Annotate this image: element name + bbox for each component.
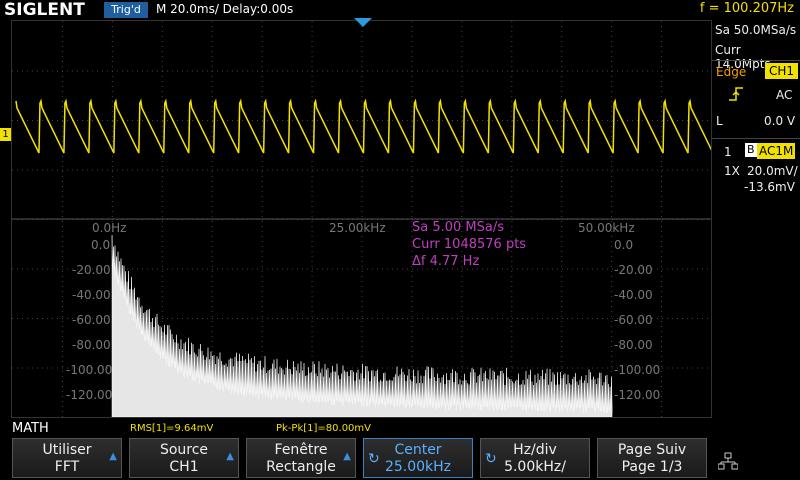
- fft-db-label-right: -60.00: [614, 313, 653, 327]
- softkey-label: Fenêtre: [274, 442, 328, 458]
- fft-freq-label-center: 25.00kHz: [329, 221, 386, 235]
- fft-db-label-left: -80.00: [72, 338, 111, 352]
- softkey-value: 25.00kHz: [384, 459, 452, 475]
- softkey-value: 5.00kHz/: [504, 459, 566, 475]
- waveform-display[interactable]: [11, 20, 712, 418]
- fft-db-label-left: 0.0: [91, 238, 111, 252]
- softkey-label: Source: [159, 442, 209, 458]
- softkey-label: Page Suiv: [617, 442, 687, 458]
- softkey-fft-mode[interactable]: Utiliser FFT ▲: [12, 438, 122, 478]
- softkey-source[interactable]: Source CH1 ▲: [129, 438, 239, 478]
- trigger-source-badge[interactable]: CH1: [765, 63, 799, 79]
- fft-db-label-left: -60.00: [72, 313, 111, 327]
- rms-measurement: RMS[1]=9.64mV: [130, 423, 214, 434]
- fft-points: Curr 1048576 pts: [412, 237, 527, 252]
- fft-db-label-left: -40.00: [72, 288, 111, 302]
- softkey-value: FFT: [54, 459, 80, 475]
- fft-freq-label-end: 50.00kHz: [578, 221, 635, 235]
- knob-icon: ↻: [368, 451, 380, 467]
- trigger-position-marker[interactable]: [354, 18, 372, 28]
- fft-db-label-right: -20.00: [614, 263, 653, 277]
- softkey-label: Hz/div: [513, 442, 557, 458]
- panel-divider: [712, 138, 800, 139]
- rising-edge-icon: [728, 86, 744, 106]
- brand-logo: SIGLENT: [4, 0, 85, 20]
- ch1-offset-marker[interactable]: 1: [0, 128, 11, 141]
- knob-icon: ↻: [485, 451, 497, 467]
- frequency-readout: f = 100.207Hz: [699, 1, 794, 16]
- fft-db-label-right: -120.00: [614, 388, 661, 402]
- fft-db-label-right: 0.0: [614, 238, 634, 252]
- fft-db-label-right: -40.00: [614, 288, 653, 302]
- ch1-trace: [15, 98, 711, 154]
- trigger-status-badge: Trig'd: [104, 2, 148, 18]
- ch1-probe-ratio: 1X: [724, 164, 740, 178]
- fft-db-label-right: -100.00: [614, 363, 661, 377]
- softkey-label: Utiliser: [42, 442, 92, 458]
- trigger-coupling: AC: [776, 88, 793, 102]
- fft-db-label-right: -80.00: [614, 338, 653, 352]
- network-icon: [717, 452, 739, 475]
- fft-freq-label-start: 0.0Hz: [92, 221, 127, 235]
- trigger-level-label: L: [716, 114, 723, 128]
- fft-resolution: Δf 4.77 Hz: [412, 254, 480, 269]
- ch1-coupling-badge[interactable]: AC1M: [757, 143, 796, 159]
- ch1-volts-per-div: 20.0mV/: [747, 164, 798, 178]
- fft-db-label-left: -120.00: [66, 388, 113, 402]
- fft-db-label-left: -100.00: [66, 363, 113, 377]
- ch1-number[interactable]: 1: [724, 145, 732, 159]
- softkey-label: Center: [394, 442, 442, 458]
- timebase-readout: M 20.0ms/ Delay:0.00s: [156, 2, 294, 16]
- fft-sample-rate: Sa 5.00 MSa/s: [412, 220, 505, 235]
- softkey-value: CH1: [169, 459, 199, 475]
- math-label: MATH: [12, 421, 49, 436]
- softkey-next-page[interactable]: Page Suiv Page 1/3: [597, 438, 707, 478]
- softkey-center[interactable]: ↻ Center 25.00kHz: [363, 438, 473, 478]
- trigger-level-value: 0.0 V: [764, 114, 796, 128]
- menu-arrow-icon: ▲: [226, 451, 234, 462]
- menu-arrow-icon: ▲: [109, 451, 117, 462]
- pkpk-measurement: Pk-Pk[1]=80.00mV: [276, 423, 372, 434]
- sample-rate-readout: Sa 50.0MSa/s: [715, 23, 797, 37]
- trigger-type-label[interactable]: Edge: [716, 65, 746, 79]
- fft-db-label-left: -20.00: [72, 263, 111, 277]
- waveform-grid: [12, 21, 711, 417]
- softkey-value: Rectangle: [266, 459, 336, 475]
- softkey-hz-div[interactable]: ↻ Hz/div 5.00kHz/: [480, 438, 590, 478]
- softkey-value: Page 1/3: [621, 459, 683, 475]
- ch1-offset: -13.6mV: [744, 180, 795, 194]
- menu-arrow-icon: ▲: [343, 451, 351, 462]
- bandwidth-limit-icon: B: [745, 143, 757, 157]
- softkey-window[interactable]: Fenêtre Rectangle ▲: [246, 438, 356, 478]
- panel-divider: [712, 60, 800, 61]
